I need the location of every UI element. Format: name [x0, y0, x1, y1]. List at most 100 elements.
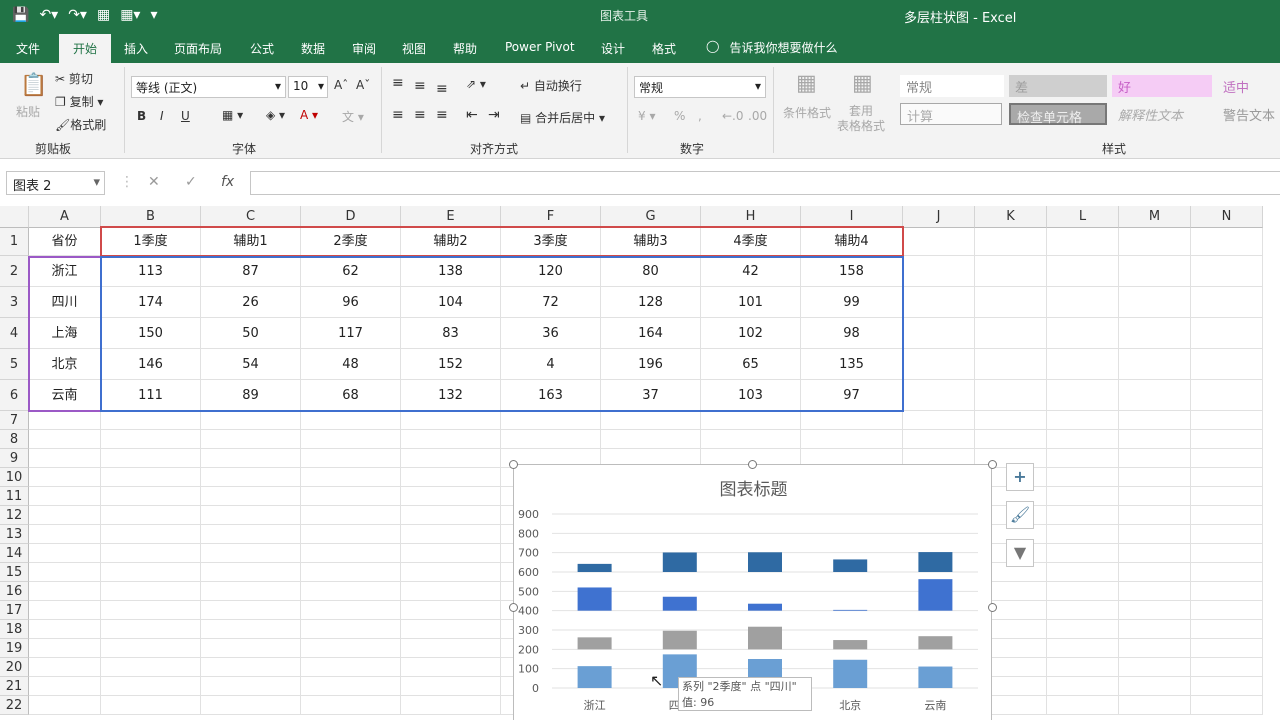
cell-c6[interactable]: 89	[201, 380, 301, 411]
cell-f4[interactable]: 36	[501, 318, 601, 349]
column-header-e[interactable]: E	[401, 206, 501, 228]
form-icon[interactable]: ▦	[97, 6, 110, 24]
cell-i8[interactable]	[801, 430, 903, 449]
cell-l7[interactable]	[1047, 411, 1119, 430]
percent-button[interactable]: %	[674, 109, 685, 123]
align-center-icon[interactable]: ≡	[414, 107, 426, 123]
cell-e22[interactable]	[401, 696, 501, 715]
cell-c18[interactable]	[201, 620, 301, 639]
table-format-icon[interactable]: ▦	[852, 71, 873, 96]
bar-2季度-上海[interactable]	[748, 626, 782, 650]
bar-2季度-四川[interactable]	[662, 630, 697, 650]
column-header-i[interactable]: I	[801, 206, 903, 228]
cell-g2[interactable]: 80	[601, 256, 701, 287]
tab-insert[interactable]: 插入	[124, 40, 148, 57]
cell-b12[interactable]	[101, 506, 201, 525]
cell-l1[interactable]	[1047, 228, 1119, 256]
resize-handle[interactable]	[509, 460, 518, 469]
cell-f8[interactable]	[501, 430, 601, 449]
cell-i2[interactable]: 158	[801, 256, 903, 287]
row-header-11[interactable]: 11	[0, 487, 29, 506]
add-element-icon[interactable]: +	[1006, 463, 1034, 491]
resize-handle[interactable]	[988, 603, 997, 612]
column-header-d[interactable]: D	[301, 206, 401, 228]
cell-i5[interactable]: 135	[801, 349, 903, 380]
tab-help[interactable]: 帮助	[453, 40, 477, 57]
bar-4季度-四川[interactable]	[662, 552, 697, 572]
cell-b11[interactable]	[101, 487, 201, 506]
row-header-2[interactable]: 2	[0, 256, 29, 287]
row-header-5[interactable]: 5	[0, 349, 29, 380]
cell-n22[interactable]	[1191, 696, 1263, 715]
cell-l9[interactable]	[1047, 449, 1119, 468]
fill-color-icon[interactable]: ◈ ▾	[266, 108, 285, 122]
cell-l3[interactable]	[1047, 287, 1119, 318]
cell-h6[interactable]: 103	[701, 380, 801, 411]
decrease-decimal-icon[interactable]: .00	[748, 109, 767, 123]
bar-2季度-云南[interactable]	[918, 636, 953, 650]
cell-e14[interactable]	[401, 544, 501, 563]
cell-b19[interactable]	[101, 639, 201, 658]
cell-a18[interactable]	[29, 620, 101, 639]
cell-d14[interactable]	[301, 544, 401, 563]
cell-n10[interactable]	[1191, 468, 1263, 487]
column-header-b[interactable]: B	[101, 206, 201, 228]
cell-g7[interactable]	[601, 411, 701, 430]
cell-a19[interactable]	[29, 639, 101, 658]
cell-h2[interactable]: 42	[701, 256, 801, 287]
cell-e15[interactable]	[401, 563, 501, 582]
currency-icon[interactable]: ¥ ▾	[638, 109, 655, 123]
cell-a8[interactable]	[29, 430, 101, 449]
cell-n18[interactable]	[1191, 620, 1263, 639]
cell-e10[interactable]	[401, 468, 501, 487]
cell-m12[interactable]	[1119, 506, 1191, 525]
bar-3季度-北京[interactable]	[833, 609, 868, 611]
cell-d7[interactable]	[301, 411, 401, 430]
cell-f1[interactable]: 3季度	[501, 228, 601, 256]
cell-m7[interactable]	[1119, 411, 1191, 430]
cell-c1[interactable]: 辅助1	[201, 228, 301, 256]
cell-k7[interactable]	[975, 411, 1047, 430]
cell-m22[interactable]	[1119, 696, 1191, 715]
cell-l15[interactable]	[1047, 563, 1119, 582]
cell-k2[interactable]	[975, 256, 1047, 287]
bar-1季度-浙江[interactable]	[577, 666, 612, 688]
cell-c5[interactable]: 54	[201, 349, 301, 380]
cell-n20[interactable]	[1191, 658, 1263, 677]
cell-c2[interactable]: 87	[201, 256, 301, 287]
cell-e5[interactable]: 152	[401, 349, 501, 380]
cell-n16[interactable]	[1191, 582, 1263, 601]
cell-e21[interactable]	[401, 677, 501, 696]
cell-e11[interactable]	[401, 487, 501, 506]
cell-e12[interactable]	[401, 506, 501, 525]
column-header-f[interactable]: F	[501, 206, 601, 228]
font-name-select[interactable]: 等线 (正文) ▾	[131, 76, 286, 98]
merge-center-button[interactable]: ▤ 合并后居中 ▾	[520, 109, 605, 126]
enter-icon[interactable]: ✓	[185, 174, 197, 190]
cell-c19[interactable]	[201, 639, 301, 658]
cell-h7[interactable]	[701, 411, 801, 430]
cell-b22[interactable]	[101, 696, 201, 715]
table-format-button[interactable]: 套用 表格格式	[837, 104, 885, 134]
cell-h4[interactable]: 102	[701, 318, 801, 349]
shrink-font-icon[interactable]: Aˇ	[356, 78, 370, 92]
cell-n11[interactable]	[1191, 487, 1263, 506]
cell-g3[interactable]: 128	[601, 287, 701, 318]
select-all-corner[interactable]	[0, 206, 29, 228]
cell-c20[interactable]	[201, 658, 301, 677]
style-bad[interactable]: 差	[1009, 75, 1107, 97]
cell-l14[interactable]	[1047, 544, 1119, 563]
cell-e16[interactable]	[401, 582, 501, 601]
tab-review[interactable]: 审阅	[352, 40, 376, 57]
filter-icon[interactable]: ▼	[1006, 539, 1034, 567]
cell-e3[interactable]: 104	[401, 287, 501, 318]
cell-l17[interactable]	[1047, 601, 1119, 620]
cell-b6[interactable]: 111	[101, 380, 201, 411]
cell-f6[interactable]: 163	[501, 380, 601, 411]
cell-g4[interactable]: 164	[601, 318, 701, 349]
cell-d16[interactable]	[301, 582, 401, 601]
cell-d13[interactable]	[301, 525, 401, 544]
cell-b20[interactable]	[101, 658, 201, 677]
row-header-15[interactable]: 15	[0, 563, 29, 582]
cell-a20[interactable]	[29, 658, 101, 677]
